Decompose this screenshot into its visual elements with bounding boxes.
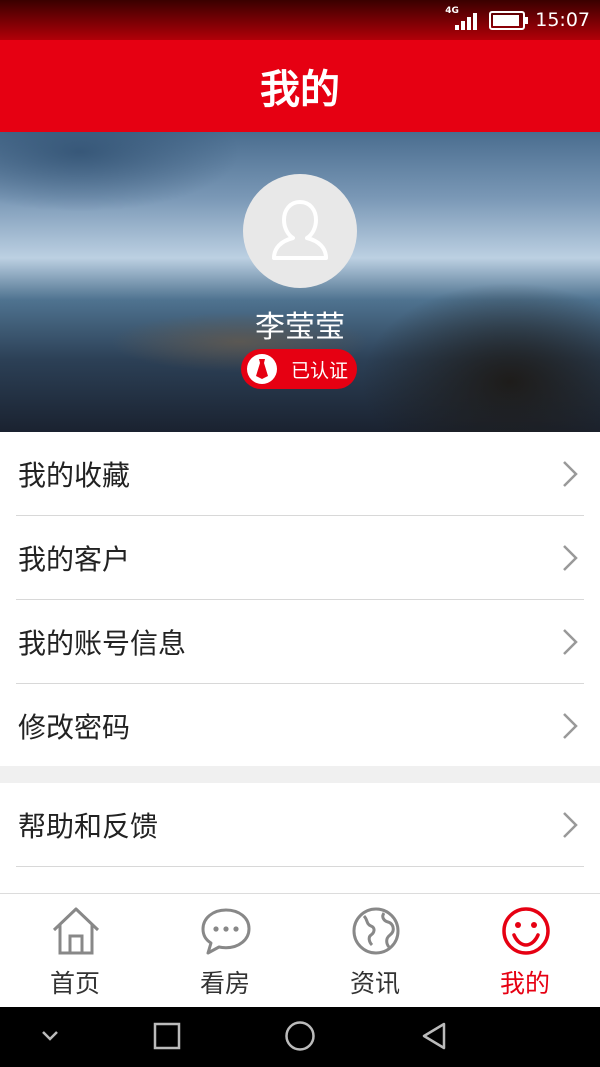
home-icon [52,907,100,955]
user-silhouette-icon [272,200,328,260]
menu-item-customers[interactable]: 我的客户 [16,516,584,600]
tab-label: 我的 [499,969,550,998]
chevron-right-icon [563,713,578,739]
recent-apps-icon[interactable] [153,1022,181,1050]
battery-icon [489,10,529,30]
smiley-icon [502,907,550,955]
back-button-icon[interactable] [420,1021,448,1051]
chat-bubble-icon [201,908,251,955]
menu-item-help-feedback[interactable]: 帮助和反馈 [16,783,584,867]
menu-group-help: 帮助和反馈 [0,783,600,893]
menu-item-label: 我的收藏 [18,458,131,492]
menu-item-label: 帮助和反馈 [18,809,159,843]
profile-header: 李莹莹 已认证 [0,132,600,432]
status-time: 15:07 [535,9,590,31]
tab-mine[interactable]: 我的 [450,894,600,1008]
tab-label: 首页 [49,969,100,998]
verified-badge: 已认证 [241,349,357,389]
menu-item-label: 修改密码 [18,710,131,744]
network-signal-icon: 4G [445,6,479,32]
menu-group-account: 我的收藏 我的客户 我的账号信息 修改密码 [0,432,600,766]
menu-item-label: 我的账号信息 [18,626,187,660]
avatar[interactable] [243,174,357,288]
user-name: 李莹莹 [255,310,345,345]
menu-item-favorites[interactable]: 我的收藏 [16,432,584,516]
menu-item-account-info[interactable]: 我的账号信息 [16,600,584,684]
chevron-right-icon [563,461,578,487]
tab-label: 看房 [199,969,250,998]
globe-icon [352,907,400,955]
page-title: 我的 [260,67,340,113]
menu-item-label: 我的客户 [18,542,131,576]
tab-news[interactable]: 资讯 [300,894,450,1008]
home-button-icon[interactable] [284,1020,316,1052]
tab-label: 资讯 [349,969,400,998]
verified-label: 已认证 [291,359,349,382]
tab-home[interactable]: 首页 [0,894,150,1008]
title-bar: 我的 [0,40,600,132]
bottom-tab-bar: 首页 看房 资讯 我的 [0,893,600,1008]
chevron-right-icon [563,545,578,571]
chevron-right-icon [563,629,578,655]
tab-viewing[interactable]: 看房 [150,894,300,1008]
status-bar: 4G 15:07 [0,0,600,40]
chevron-right-icon [563,812,578,838]
status-indicators: 4G 15:07 [445,6,590,32]
tie-icon [247,354,277,384]
hide-keyboard-icon[interactable] [40,1029,60,1043]
menu-item-change-password[interactable]: 修改密码 [16,684,584,767]
system-nav-bar [0,1007,600,1067]
